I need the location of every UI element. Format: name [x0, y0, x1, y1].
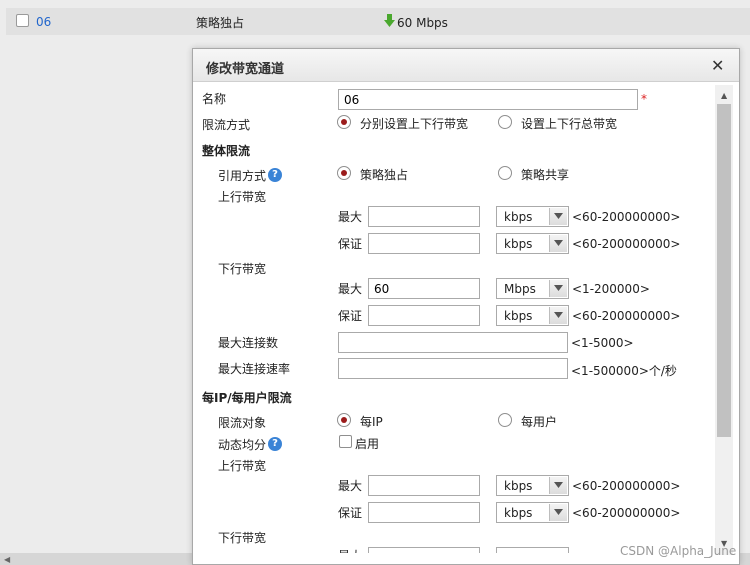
- per-ip-up-max-label: 最大: [338, 479, 363, 493]
- per-ip-up-max-unit-select[interactable]: kbps: [496, 475, 569, 496]
- per-ip-up-guarantee-unit-select[interactable]: kbps: [496, 502, 569, 523]
- radio-separate-label: 分别设置上下行带宽: [360, 117, 469, 131]
- radio-per-ip-label: 每IP: [360, 415, 383, 429]
- dynamic-share-label: 动态均分: [218, 438, 267, 452]
- down-arrow-icon: [384, 14, 395, 27]
- channel-mode: 策略独占: [196, 16, 245, 30]
- max-conn-input[interactable]: [338, 332, 568, 353]
- up-max-input[interactable]: [368, 206, 480, 227]
- help-icon[interactable]: ?: [268, 168, 282, 182]
- up-max-range: <60-200000000>: [572, 210, 681, 224]
- help-icon[interactable]: ?: [268, 437, 282, 451]
- radio-per-user-label: 每用户: [521, 415, 558, 429]
- per-ip-up-max-input[interactable]: [368, 475, 480, 496]
- radio-exclusive-label: 策略独占: [360, 168, 409, 182]
- radio-total-label: 设置上下行总带宽: [521, 117, 618, 131]
- limit-mode-label: 限流方式: [202, 118, 251, 132]
- close-icon[interactable]: ✕: [711, 56, 724, 75]
- row-checkbox[interactable]: [16, 14, 29, 27]
- radio-total-bandwidth[interactable]: [498, 115, 512, 129]
- watermark: CSDN @Alpha_June: [620, 544, 737, 558]
- down-max-range: <1-200000>: [572, 282, 650, 296]
- scroll-left-icon[interactable]: ◀: [4, 555, 10, 564]
- per-ip-up-max-range: <60-200000000>: [572, 479, 681, 493]
- enable-label: 启用: [355, 437, 380, 451]
- down-guarantee-label: 保证: [338, 309, 363, 323]
- partial-row: 最大: [192, 545, 522, 553]
- per-ip-up-guarantee-range: <60-200000000>: [572, 506, 681, 520]
- partial-input[interactable]: [368, 547, 480, 553]
- channel-speed: 60 Mbps: [397, 16, 448, 30]
- limit-target-label: 限流对象: [218, 416, 267, 430]
- max-conn-rate-label: 最大连接速率: [218, 362, 291, 376]
- down-guarantee-unit-select[interactable]: kbps: [496, 305, 569, 326]
- radio-shared-label: 策略共享: [521, 168, 570, 182]
- up-bandwidth-label: 上行带宽: [218, 190, 267, 204]
- scroll-thumb[interactable]: [717, 104, 731, 437]
- radio-per-user[interactable]: [498, 413, 512, 427]
- chevron-down-icon[interactable]: [549, 208, 567, 225]
- up-guarantee-input[interactable]: [368, 233, 480, 254]
- down-guarantee-unit-value: kbps: [504, 309, 533, 323]
- per-ip-up-guarantee-unit-value: kbps: [504, 506, 533, 520]
- per-ip-up-guarantee-label: 保证: [338, 506, 363, 520]
- down-bandwidth-label: 下行带宽: [218, 262, 267, 276]
- vertical-scrollbar[interactable]: ▲ ▼: [715, 85, 733, 555]
- radio-shared[interactable]: [498, 166, 512, 180]
- up-guarantee-unit-select[interactable]: kbps: [496, 233, 569, 254]
- required-mark: *: [641, 92, 647, 106]
- radio-exclusive[interactable]: [337, 166, 351, 180]
- partial-select[interactable]: [496, 547, 569, 553]
- max-conn-rate-range: <1-500000>个/秒: [571, 364, 677, 378]
- per-ip-up-guarantee-input[interactable]: [368, 502, 480, 523]
- down-max-input[interactable]: [368, 278, 480, 299]
- up-max-label: 最大: [338, 210, 363, 224]
- channel-name-link[interactable]: 06: [36, 15, 51, 29]
- max-conn-range: <1-5000>: [571, 336, 634, 350]
- per-ip-section-title: 每IP/每用户限流: [202, 391, 292, 405]
- up-guarantee-label: 保证: [338, 237, 363, 251]
- chevron-down-icon[interactable]: [549, 504, 567, 521]
- enable-checkbox[interactable]: [339, 435, 352, 448]
- max-conn-label: 最大连接数: [218, 336, 279, 350]
- chevron-down-icon[interactable]: [549, 235, 567, 252]
- radio-per-ip[interactable]: [337, 413, 351, 427]
- per-ip-down-bandwidth-label: 下行带宽: [218, 531, 267, 545]
- up-max-unit-select[interactable]: kbps: [496, 206, 569, 227]
- radio-separate-bandwidth[interactable]: [337, 115, 351, 129]
- chevron-down-icon[interactable]: [549, 307, 567, 324]
- down-max-label: 最大: [338, 282, 363, 296]
- name-label: 名称: [202, 92, 227, 106]
- chevron-down-icon[interactable]: [549, 477, 567, 494]
- up-guarantee-range: <60-200000000>: [572, 237, 681, 251]
- table-row[interactable]: [6, 8, 750, 35]
- down-guarantee-input[interactable]: [368, 305, 480, 326]
- per-ip-up-bandwidth-label: 上行带宽: [218, 459, 267, 473]
- dialog-title: 修改带宽通道: [206, 62, 285, 77]
- down-max-unit-value: Mbps: [504, 282, 536, 296]
- partial-max-label: 最大: [338, 547, 362, 553]
- max-conn-rate-input[interactable]: [338, 358, 568, 379]
- dialog-header: 修改带宽通道 ✕: [193, 49, 739, 82]
- down-guarantee-range: <60-200000000>: [572, 309, 681, 323]
- up-max-unit-value: kbps: [504, 210, 533, 224]
- chevron-down-icon[interactable]: [549, 280, 567, 297]
- up-guarantee-unit-value: kbps: [504, 237, 533, 251]
- scroll-up-icon[interactable]: ▲: [721, 91, 727, 100]
- per-ip-up-max-unit-value: kbps: [504, 479, 533, 493]
- overall-section-title: 整体限流: [202, 144, 251, 158]
- down-max-unit-select[interactable]: Mbps: [496, 278, 569, 299]
- ref-mode-label: 引用方式: [218, 169, 267, 183]
- name-input[interactable]: [338, 89, 638, 110]
